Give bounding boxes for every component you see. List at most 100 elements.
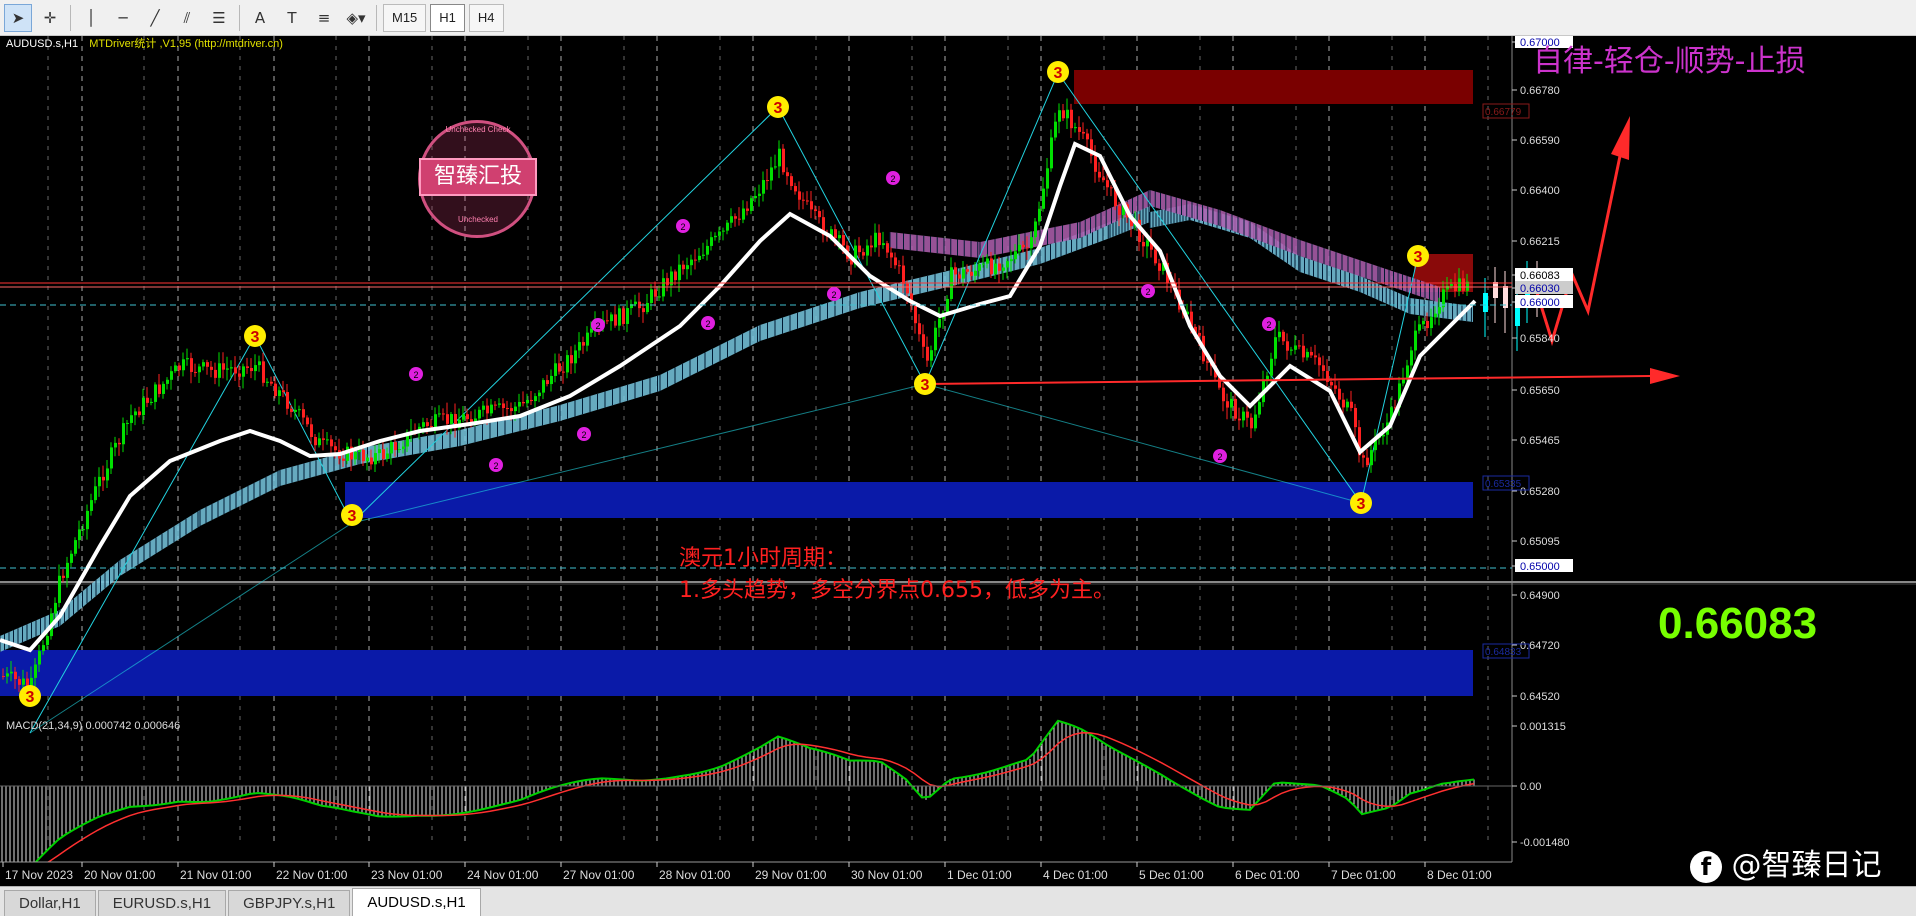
wave-label-minor-text: 2 (890, 174, 895, 184)
candle (978, 264, 981, 271)
candle (314, 437, 317, 446)
candle (142, 397, 145, 416)
candle (650, 289, 653, 303)
candle (1242, 411, 1245, 421)
watermark-ring-top: Unchecked Check (445, 125, 511, 134)
candle (1142, 241, 1145, 247)
candle (1018, 244, 1021, 252)
price-axis-label: 0.66215 (1520, 236, 1560, 248)
candle (1102, 177, 1105, 181)
text-icon[interactable]: A (246, 4, 274, 32)
candle (858, 245, 861, 253)
candle (754, 195, 757, 199)
candle (574, 350, 577, 364)
timeframe-h1-button[interactable]: H1 (430, 3, 465, 32)
candle (1034, 221, 1037, 238)
candle (426, 422, 429, 427)
candle (930, 350, 933, 361)
candle (174, 365, 177, 372)
candle (302, 409, 305, 418)
candle (534, 396, 537, 402)
candle (498, 403, 501, 405)
cursor-icon[interactable]: ➤ (4, 3, 32, 32)
chart-tab-dollar[interactable]: Dollar,H1 (4, 890, 96, 916)
timeframe-m15-button[interactable]: M15 (383, 3, 427, 32)
candle (222, 363, 225, 370)
candle (1022, 244, 1025, 248)
fibonacci-icon[interactable]: ☰ (205, 4, 233, 32)
candle (862, 252, 865, 256)
candle (1302, 345, 1305, 358)
candle (1462, 278, 1465, 291)
horizontal-line-icon[interactable]: ─ (109, 4, 137, 32)
candle (1354, 407, 1357, 428)
trendline-icon[interactable]: ╱ (141, 4, 169, 32)
candle (506, 408, 509, 410)
chart-tab-eurusd[interactable]: EURUSD.s,H1 (97, 890, 227, 916)
candle (1458, 278, 1461, 291)
candle (566, 355, 569, 373)
zone-label: 0.65335 (1485, 479, 1522, 490)
candle (10, 671, 13, 674)
candle (382, 449, 385, 459)
candle (34, 664, 37, 678)
candle (446, 414, 449, 424)
candle (582, 342, 585, 346)
chart-tab-gbpjpy[interactable]: GBPJPY.s,H1 (228, 890, 351, 916)
candle (114, 442, 117, 448)
price-chart[interactable]: 33333333222222222220.670000.667800.66590… (0, 36, 1916, 886)
candle (1094, 155, 1097, 172)
candle (150, 401, 153, 403)
candle (138, 411, 141, 416)
toolbar: ➤ ✛ │ ─ ╱ ⫽ ☰ A T ≡ ◈▾ M15 H1 H4 (0, 0, 1916, 36)
candle (390, 442, 393, 454)
candle (1002, 267, 1005, 271)
price-axis-label: 0.66030 (1520, 283, 1560, 295)
time-axis-label: 1 Dec 01:00 (947, 868, 1012, 882)
chart-tab-audusd[interactable]: AUDUSD.s,H1 (352, 888, 481, 916)
crosshair-icon[interactable]: ✛ (36, 4, 64, 32)
vertical-line-icon[interactable]: │ (77, 4, 105, 32)
candle (286, 392, 289, 409)
fibo-fan-icon[interactable]: ≡ (310, 4, 338, 32)
candle (378, 449, 381, 454)
wave-label-minor-text: 2 (493, 461, 498, 471)
candle (758, 193, 761, 196)
equidistant-channel-icon[interactable]: ⫽ (173, 4, 201, 32)
candle (530, 399, 533, 402)
toolbar-separator (239, 4, 240, 31)
candle (730, 216, 733, 223)
chart-area[interactable]: 3 3 3 3 3 3 3 3 2 2 2 2 2 2 2 2 2 2 2 0.67000 0.66780 0.66590… (0, 36, 1916, 886)
candle (526, 399, 529, 404)
candle (810, 201, 813, 210)
candle (6, 673, 9, 677)
candle (22, 678, 25, 685)
candle (998, 263, 1001, 271)
facebook-icon: f (1690, 850, 1722, 883)
candle (1110, 187, 1113, 189)
candle (714, 235, 717, 238)
candle (466, 414, 469, 420)
candle (654, 289, 657, 297)
timeframe-h4-button[interactable]: H4 (468, 3, 504, 32)
candle (98, 476, 101, 487)
candle (14, 671, 17, 680)
candle (798, 191, 801, 200)
candle (622, 308, 625, 324)
candle (54, 602, 57, 614)
candle (402, 446, 405, 450)
candle (782, 148, 785, 173)
candle (274, 383, 277, 396)
support-zone-lower (0, 650, 1473, 696)
candle (118, 442, 121, 445)
analysis-text: 1.多头趋势，多空分界点0.655，低多为主。 (679, 578, 1115, 603)
candle (1274, 337, 1277, 359)
candle (626, 308, 629, 324)
text-label-icon[interactable]: T (278, 4, 306, 32)
shapes-dropdown-icon[interactable]: ◈▾ (342, 4, 370, 32)
wave-label-minor-text: 2 (831, 290, 836, 300)
candle (1254, 414, 1257, 429)
candle (1082, 131, 1085, 134)
candle (1350, 401, 1353, 408)
candle (366, 457, 369, 462)
